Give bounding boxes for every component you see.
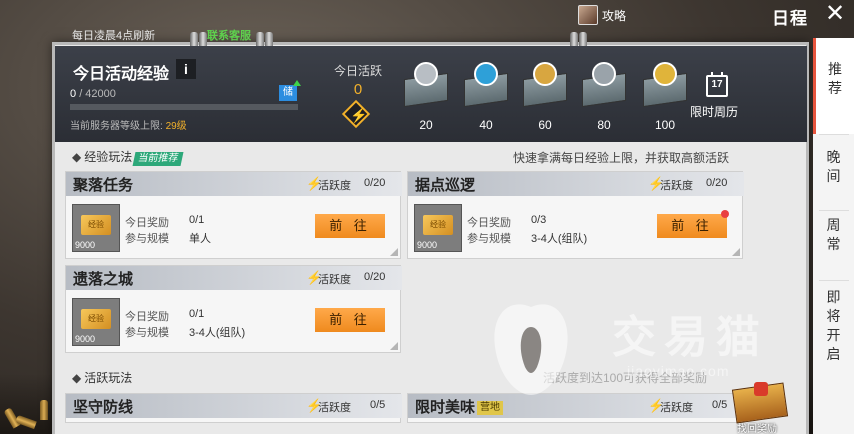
side-tabs: 推荐 晚间 周常 即将开启 xyxy=(813,38,854,434)
activity-name: 聚落任务 xyxy=(73,177,134,194)
activity-label: 活跃度 xyxy=(660,180,693,192)
milestone-value: 60 xyxy=(538,118,552,132)
activity-count: 0/20 xyxy=(364,271,386,283)
milestone-value: 40 xyxy=(479,118,493,132)
exp-ticket-icon: 经验 9000 xyxy=(72,298,120,346)
activity-name: 据点巡逻 xyxy=(415,177,476,194)
tab-recommend[interactable]: 推荐 xyxy=(813,38,854,134)
milestone-reward[interactable]: 20 xyxy=(398,58,454,138)
milestone-value: 100 xyxy=(654,118,676,132)
milestone-value: 20 xyxy=(419,118,433,132)
exp-value: 0 / 42000 xyxy=(70,88,116,100)
milestone-reward[interactable]: 80 xyxy=(576,58,632,138)
bolt-icon: ⚡ xyxy=(350,107,368,123)
reward-count: 0/1 xyxy=(189,308,205,320)
contact-service-link[interactable]: 联系客服 xyxy=(207,27,251,43)
recommend-tag: 当前推荐 xyxy=(132,152,184,166)
reward-crate-icon xyxy=(462,62,510,108)
go-button[interactable]: 前 往 xyxy=(315,214,385,238)
close-icon[interactable]: ✕ xyxy=(823,2,847,26)
reward-crate-icon xyxy=(521,62,569,108)
calendar-icon[interactable]: 17 xyxy=(706,72,728,97)
scale-label: 参与规模 xyxy=(467,233,511,245)
activity-name: 限时美味 营地 xyxy=(415,396,504,417)
medal-icon xyxy=(533,62,557,86)
medal-icon xyxy=(592,62,616,86)
medal-icon xyxy=(474,62,498,86)
bullets-decoration xyxy=(0,398,60,434)
guide-button[interactable]: 攻略 xyxy=(578,4,626,26)
reward-crate-icon xyxy=(641,62,689,108)
reward-count: 0/3 xyxy=(531,214,547,226)
reward-label: 今日奖励 xyxy=(467,217,511,229)
reward-label: 今日奖励 xyxy=(125,311,169,323)
tab-evening[interactable]: 晚间 xyxy=(813,134,854,210)
exp-title: 今日活动经验 xyxy=(73,66,170,83)
reward-chest-label[interactable]: 找回奖励 xyxy=(737,420,777,434)
activity-count: 0/20 xyxy=(706,177,728,189)
avatar xyxy=(578,5,598,25)
scale-label: 参与规模 xyxy=(125,327,169,339)
medal-icon xyxy=(653,62,677,86)
go-button[interactable]: 前 往 xyxy=(315,308,385,332)
milestone-reward[interactable]: 60 xyxy=(517,58,573,138)
activity-label: 活跃度 xyxy=(318,180,351,192)
activity-card: 据点巡逻 ⚡ 活跃度 0/20 经验 9000 今日奖励 0/3 参与规模 3-4人(组队) 前 往 xyxy=(407,171,744,259)
refresh-note: 每日凌晨4点刷新 xyxy=(72,30,156,42)
activity-card: 限时美味 营地 ⚡ 活跃度 0/5 xyxy=(407,393,744,423)
section-active-play: ◆ 活跃玩法 xyxy=(72,371,133,385)
milestone-reward[interactable]: 100 xyxy=(637,58,693,138)
activity-name: 遗落之城 xyxy=(73,271,134,288)
section-exp-play: ◆ 经验玩法 当前推荐 xyxy=(72,148,184,166)
server-level-limit: 当前服务器等级上限: 29级 xyxy=(70,121,187,132)
reward-crate-icon xyxy=(580,62,628,108)
scale-value: 3-4人(组队) xyxy=(531,233,588,245)
tab-weekly[interactable]: 周常 xyxy=(813,210,854,280)
activity-card: 聚落任务 ⚡ 活跃度 0/20 经验 9000 今日奖励 0/1 参与规模 单人前 往 xyxy=(65,171,402,259)
reward-crate-icon xyxy=(402,62,450,108)
tab-upcoming[interactable]: 即将开启 xyxy=(813,280,854,370)
activity-card: 坚守防线 ⚡ 活跃度 0/5 xyxy=(65,393,402,423)
info-icon[interactable]: i xyxy=(176,59,196,79)
reward-chest-icon[interactable] xyxy=(730,382,790,424)
scale-label: 参与规模 xyxy=(125,233,169,245)
guide-label: 攻略 xyxy=(602,8,627,23)
exp-section-hint: 快速拿满每日经验上限，并获取高额活跃 xyxy=(513,151,730,165)
camp-tag: 营地 xyxy=(477,401,504,415)
activity-card: 遗落之城 ⚡ 活跃度 0/20 经验 9000 今日奖励 0/1 参与规模 3-4人(组队) 前 往 xyxy=(65,265,402,353)
activity-value: 0 xyxy=(353,81,363,98)
exp-storage-badge[interactable]: 储 xyxy=(279,80,301,101)
notification-dot xyxy=(721,210,729,218)
reward-count: 0/1 xyxy=(189,214,205,226)
milestone-value: 80 xyxy=(597,118,611,132)
activity-name: 坚守防线 xyxy=(73,399,134,416)
exp-progress-bar xyxy=(70,104,298,110)
activity-label: 活跃度 xyxy=(660,402,693,414)
activity-count: 0/20 xyxy=(364,177,386,189)
medal-icon xyxy=(414,62,438,86)
progress-note: 活跃度到达100可获得全部奖励 xyxy=(543,371,708,385)
page-title: 日程 xyxy=(772,9,808,28)
exp-ticket-icon: 经验 9000 xyxy=(72,204,120,252)
activity-label: 今日活跃 xyxy=(333,64,382,78)
milestone-reward[interactable]: 40 xyxy=(458,58,514,138)
activity-count: 0/5 xyxy=(712,399,728,411)
weekly-calendar-label[interactable]: 限时周历 xyxy=(690,103,738,120)
activity-label: 活跃度 xyxy=(318,274,351,286)
scale-value: 3-4人(组队) xyxy=(189,327,246,339)
scale-value: 单人 xyxy=(189,233,211,245)
reward-label: 今日奖励 xyxy=(125,217,169,229)
activity-count: 0/5 xyxy=(370,399,386,411)
exp-ticket-icon: 经验 9000 xyxy=(414,204,462,252)
activity-label: 活跃度 xyxy=(318,402,351,414)
go-button[interactable]: 前 往 xyxy=(657,214,727,238)
